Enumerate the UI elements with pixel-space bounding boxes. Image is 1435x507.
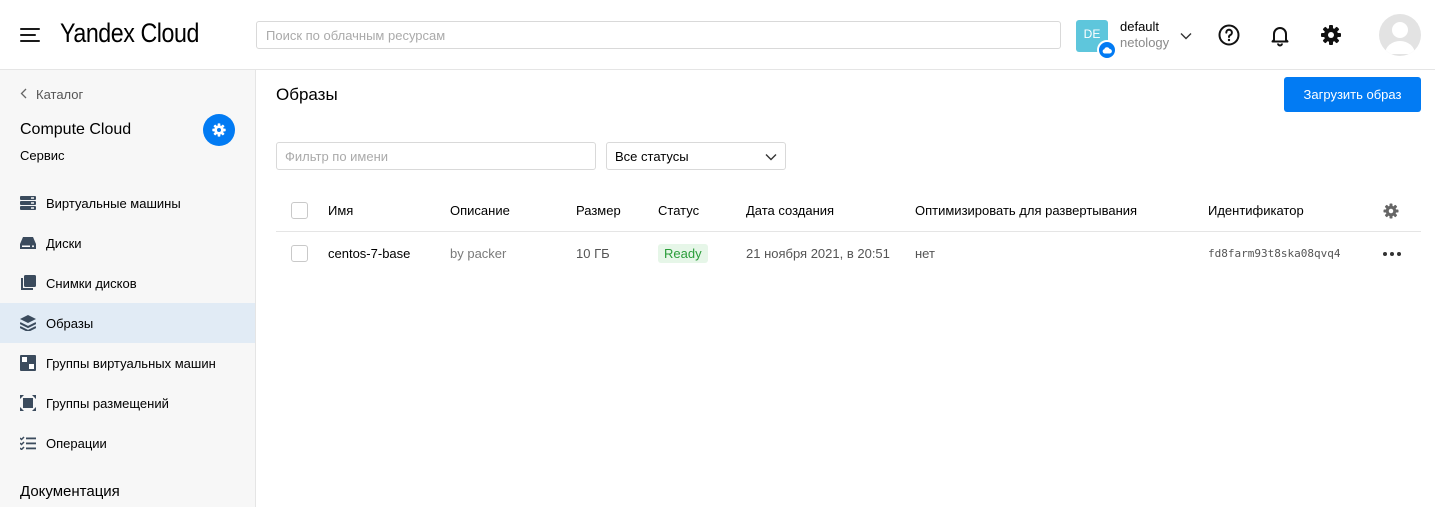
row-actions-menu[interactable] (1381, 232, 1403, 275)
sidebar-item-label: Виртуальные машины (46, 195, 181, 211)
status-filter-select[interactable]: Все статусы (606, 142, 786, 170)
column-header-id[interactable]: Идентификатор (1208, 190, 1304, 231)
chevron-down-icon (1180, 28, 1192, 43)
row-checkbox-cell (291, 232, 308, 275)
column-settings-icon[interactable] (1382, 190, 1400, 231)
cloud-icon (1097, 40, 1117, 60)
service-title: Compute Cloud (20, 121, 132, 138)
row-checkbox[interactable] (291, 245, 308, 262)
select-all-checkbox[interactable] (291, 202, 308, 219)
help-icon[interactable] (1217, 23, 1241, 47)
bell-icon[interactable] (1268, 23, 1292, 47)
page-title: Образы (276, 85, 338, 104)
column-header-description[interactable]: Описание (450, 190, 510, 231)
chevron-left-icon (20, 87, 27, 102)
column-header-created[interactable]: Дата создания (746, 190, 834, 231)
upload-image-button[interactable]: Загрузить образ (1284, 77, 1421, 112)
search-input[interactable] (256, 21, 1061, 49)
menu-icon[interactable] (20, 28, 40, 42)
sidebar-item-disk-snapshots[interactable]: Снимки дисков (0, 263, 255, 303)
column-header-status[interactable]: Статус (658, 190, 699, 231)
documentation-link[interactable]: Документация (20, 483, 120, 500)
settings-gear-icon[interactable] (1319, 23, 1343, 47)
table-row[interactable]: centos-7-base by packer 10 ГБ Ready 21 н… (276, 232, 1421, 275)
sidebar-item-label: Образы (46, 315, 94, 331)
image-id: fd8farm93t8ska08qvq4 (1208, 247, 1341, 260)
sidebar-item-images[interactable]: Образы (0, 303, 255, 343)
column-header-optimize[interactable]: Оптимизировать для развертывания (915, 190, 1137, 231)
sidebar-item-label: Операции (46, 435, 107, 451)
sidebar-item-operations[interactable]: Операции (0, 423, 255, 463)
back-to-catalog-link[interactable]: Каталог (20, 87, 83, 102)
folder-name: netology (1120, 35, 1170, 50)
layers-icon (20, 315, 36, 331)
service-settings-button[interactable] (203, 114, 235, 146)
select-all-checkbox-cell (291, 190, 308, 231)
column-header-size[interactable]: Размер (576, 190, 621, 231)
service-subtitle: Сервис (20, 148, 65, 163)
gear-icon (212, 123, 226, 137)
back-link-label: Каталог (36, 87, 84, 102)
sidebar-item-placement-groups[interactable]: Группы размещений (0, 383, 255, 423)
image-created: 21 ноября 2021, в 20:51 (746, 246, 890, 261)
operations-list-icon (20, 435, 36, 451)
more-actions-icon[interactable] (1381, 246, 1403, 262)
sidebar-item-label: Снимки дисков (46, 275, 137, 291)
disk-icon (20, 235, 36, 251)
image-optimize: нет (915, 246, 935, 261)
sidebar-item-virtual-machines[interactable]: Виртуальные машины (0, 183, 255, 223)
cloud-switcher[interactable]: DE default netology (1076, 18, 1198, 60)
chevron-down-icon (765, 149, 777, 164)
sidebar-item-label: Группы размещений (46, 395, 169, 411)
user-avatar[interactable] (1379, 14, 1421, 56)
image-description: by packer (450, 246, 507, 261)
sidebar: Каталог Compute Cloud Сервис Виртуальные… (0, 70, 256, 507)
image-size: 10 ГБ (576, 246, 610, 261)
sidebar-nav: Виртуальные машины Диски Снимки дисков О… (0, 183, 255, 463)
logo[interactable]: Yandex Cloud (60, 18, 199, 49)
status-badge: Ready (658, 244, 708, 263)
name-filter-input[interactable] (276, 142, 596, 170)
image-name[interactable]: centos-7-base (328, 232, 410, 275)
images-table: Имя Описание Размер Статус Дата создания… (276, 190, 1421, 275)
image-status-cell: Ready (658, 232, 708, 275)
status-filter-value: Все статусы (615, 148, 689, 164)
top-header: Yandex Cloud DE default netology (0, 0, 1435, 70)
snapshot-icon (20, 275, 36, 291)
placement-group-icon (20, 395, 36, 411)
table-header: Имя Описание Размер Статус Дата создания… (276, 190, 1421, 232)
sidebar-item-label: Диски (46, 235, 82, 251)
column-header-name[interactable]: Имя (328, 190, 353, 231)
cloud-name: default (1120, 19, 1160, 34)
sidebar-item-label: Группы виртуальных машин (46, 355, 216, 371)
server-icon (20, 195, 36, 211)
instance-group-icon (20, 355, 36, 371)
sidebar-item-disks[interactable]: Диски (0, 223, 255, 263)
sidebar-item-instance-groups[interactable]: Группы виртуальных машин (0, 343, 255, 383)
